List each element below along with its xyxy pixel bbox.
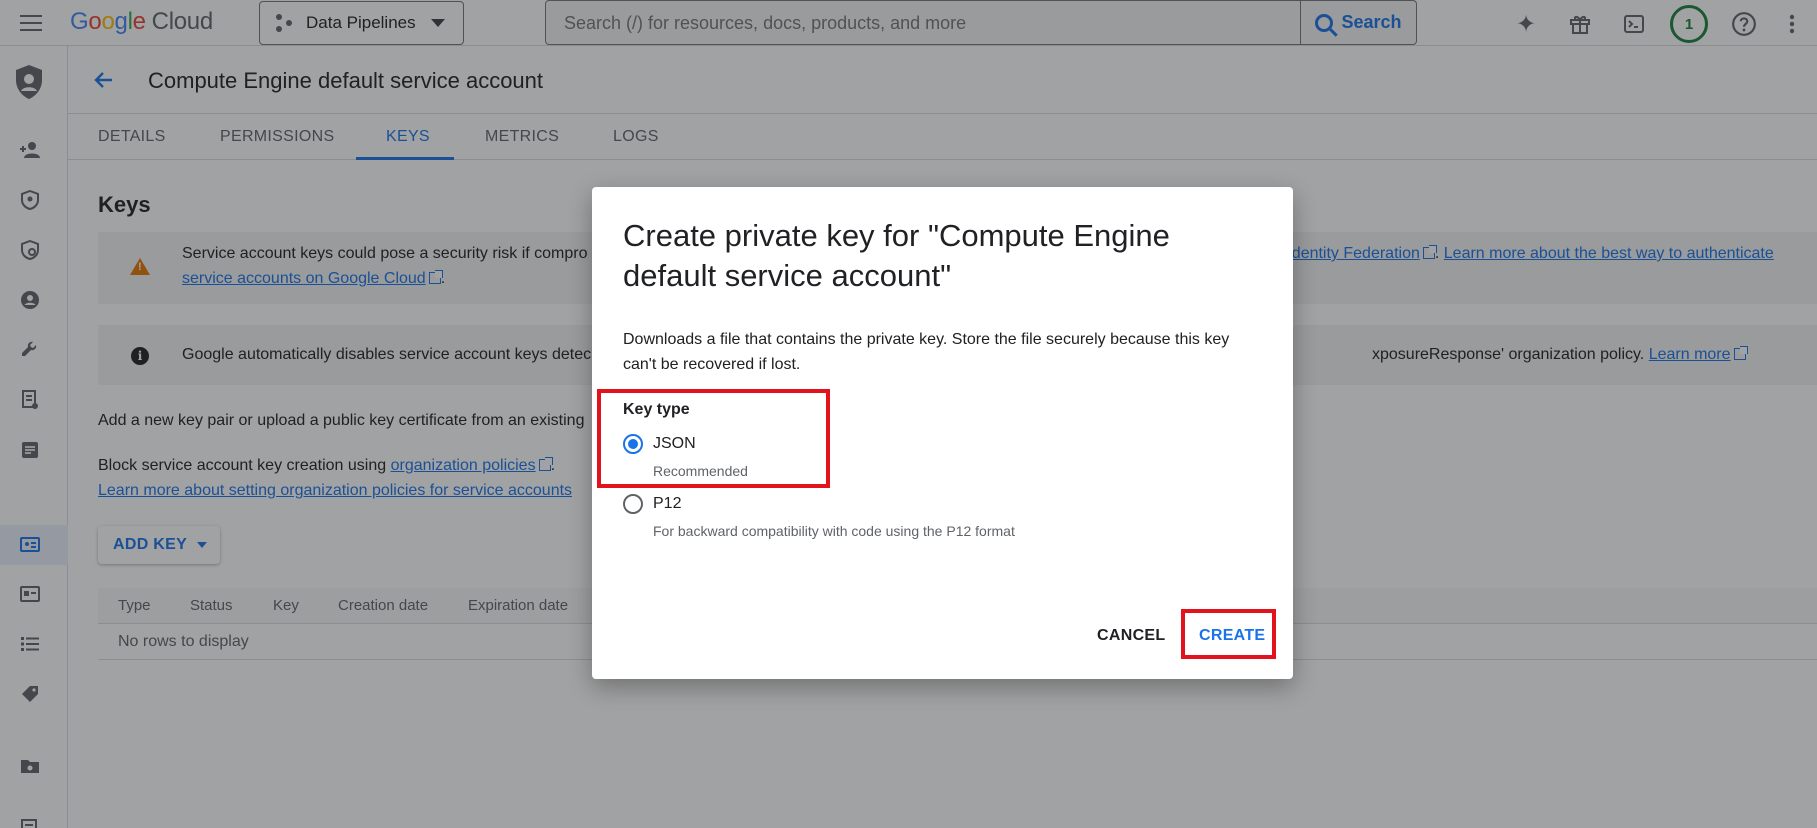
cancel-button[interactable]: CANCEL <box>1097 627 1165 645</box>
key-type-highlight-box <box>597 389 830 488</box>
create-button-highlight-box <box>1181 609 1276 659</box>
p12-radio-sublabel: For backward compatibility with code usi… <box>653 523 1015 539</box>
p12-radio[interactable] <box>623 494 643 514</box>
dialog-description: Downloads a file that contains the priva… <box>623 331 1230 373</box>
p12-radio-label[interactable]: P12 <box>653 495 681 513</box>
dialog-title: Create private key for "Compute Engine d… <box>623 218 1170 293</box>
